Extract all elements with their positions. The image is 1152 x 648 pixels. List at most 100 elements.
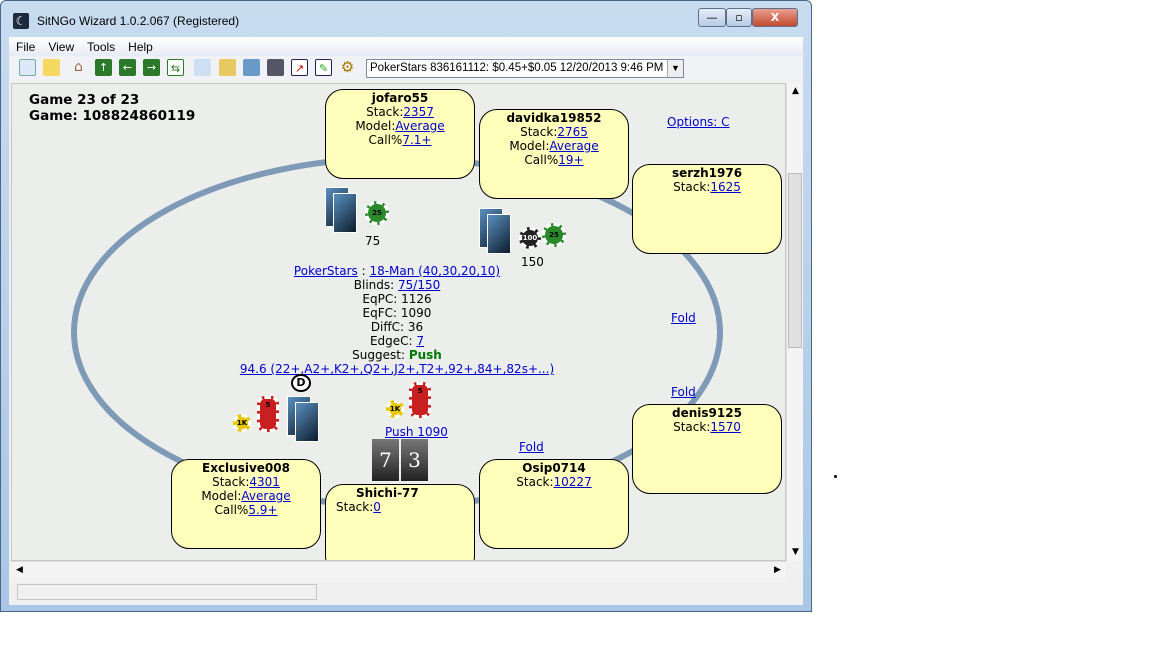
- image-icon[interactable]: [243, 59, 260, 76]
- player-seat-exclusive008: Exclusive008 Stack:4301 Model:Average Ca…: [171, 459, 321, 549]
- hole-card-7-spades: 7: [372, 439, 399, 481]
- chart-icon[interactable]: ↗: [291, 59, 308, 76]
- status-bar: [9, 581, 803, 603]
- menu-file[interactable]: File: [9, 37, 41, 54]
- stack-label: Stack:: [520, 125, 558, 139]
- card-back-icon: [479, 208, 515, 256]
- dealer-button-icon: D: [291, 374, 311, 392]
- call-link[interactable]: 5.9+: [248, 503, 277, 517]
- scroll-down-icon[interactable]: ▼: [787, 544, 804, 561]
- player-name: davidka19852: [506, 111, 602, 125]
- call-link[interactable]: 7.1+: [402, 133, 431, 147]
- model-label: Model:: [355, 119, 396, 133]
- stack-link[interactable]: 2765: [557, 125, 588, 139]
- toolbar: ⌂ ↑ ← → ⇆ ↗ ✎ ⚙ PokerStars 836161112: $0…: [9, 56, 803, 80]
- up-icon[interactable]: ↑: [95, 59, 112, 76]
- chip-icon: 25: [365, 201, 389, 225]
- window-title: SitNGo Wizard 1.0.2.067 (Registered): [37, 14, 240, 28]
- vertical-scrollbar[interactable]: ▲ ▼: [786, 83, 803, 561]
- stack-link[interactable]: 1570: [710, 420, 741, 434]
- card-back-icon: [287, 396, 323, 444]
- settings-icon[interactable]: ⚙: [339, 59, 356, 76]
- game-counter: Game 23 of 23: [29, 92, 140, 108]
- chip-icon: 100: [519, 227, 541, 249]
- chip-stack-icon: 5: [409, 382, 431, 418]
- menu-tools[interactable]: Tools: [80, 37, 121, 54]
- blinds-link[interactable]: 75/150: [398, 278, 440, 292]
- open-icon[interactable]: [43, 59, 60, 76]
- stack-link[interactable]: 10227: [554, 475, 592, 489]
- copy-icon[interactable]: [194, 59, 211, 76]
- player-name: denis9125: [672, 406, 742, 420]
- fold-action-denis9125[interactable]: Fold: [671, 385, 696, 399]
- stack-link[interactable]: 2357: [403, 105, 434, 119]
- menu-help[interactable]: Help: [121, 37, 159, 54]
- horizontal-scrollbar[interactable]: ◀ ▶: [11, 561, 786, 578]
- scroll-left-icon[interactable]: ◀: [11, 562, 28, 579]
- edgec-label: EdgeC:: [369, 334, 417, 348]
- tournament-select[interactable]: PokerStars 836161112: $0.45+$0.05 12/20/…: [366, 59, 684, 78]
- fold-action-osip0714[interactable]: Fold: [519, 440, 544, 454]
- chevron-down-icon[interactable]: ▼: [667, 60, 683, 77]
- stack-label: Stack:: [673, 420, 711, 434]
- player-seat-serzh1976: serzh1976 Stack:1625: [632, 164, 782, 254]
- menu-view[interactable]: View: [41, 37, 80, 54]
- game-info: Game 23 of 23 Game: 108824860119: [29, 92, 195, 124]
- model-label: Model:: [201, 489, 242, 503]
- maximize-button[interactable]: ▫: [726, 8, 752, 27]
- structure-link[interactable]: 18-Man (40,30,20,10): [369, 264, 500, 278]
- stack-label: Stack:: [516, 475, 554, 489]
- home-icon[interactable]: ⌂: [70, 59, 87, 76]
- model-link[interactable]: Average: [395, 119, 444, 133]
- stack-link[interactable]: 0: [373, 500, 381, 514]
- separator: :: [357, 264, 370, 278]
- player-name: jofaro55: [371, 91, 429, 105]
- stack-link[interactable]: 1625: [710, 180, 741, 194]
- dot-mark: [834, 475, 837, 478]
- scroll-right-icon[interactable]: ▶: [769, 562, 786, 579]
- player-seat-shichi-77: Shichi-77 Stack:0: [325, 484, 475, 560]
- chip-icon: 25: [542, 223, 566, 247]
- back-icon[interactable]: ←: [119, 59, 136, 76]
- stack-link[interactable]: 4301: [249, 475, 280, 489]
- chip-icon: 1K: [386, 400, 404, 418]
- stack-label: Stack:: [212, 475, 250, 489]
- bet-amount: 75: [365, 234, 381, 248]
- paste-icon[interactable]: [219, 59, 236, 76]
- client-area: File View Tools Help ⌂ ↑ ← → ⇆ ↗ ✎ ⚙ PokerS…: [9, 37, 803, 605]
- menu-bar: File View Tools Help: [9, 37, 803, 56]
- calculator-icon[interactable]: [267, 59, 284, 76]
- minimize-button[interactable]: —: [698, 8, 726, 27]
- edit-icon[interactable]: ✎: [315, 59, 332, 76]
- fold-action-serzh1976[interactable]: Fold: [671, 311, 696, 325]
- analysis-panel: PokerStars : 18-Man (40,30,20,10) Blinds…: [212, 264, 582, 376]
- player-name: Osip0714: [522, 461, 586, 475]
- suggest-value: Push: [408, 348, 442, 362]
- model-link[interactable]: Average: [241, 489, 290, 503]
- scroll-thumb[interactable]: [788, 173, 802, 348]
- scroll-up-icon[interactable]: ▲: [787, 83, 804, 100]
- site-link[interactable]: PokerStars: [294, 264, 358, 278]
- chip-icon: 1K: [233, 414, 251, 432]
- close-button[interactable]: X: [752, 8, 798, 27]
- diffc-value: 36: [407, 320, 424, 334]
- edgec-link[interactable]: 7: [416, 334, 424, 348]
- options-link[interactable]: Options: C: [667, 115, 730, 129]
- diffc-label: DiffC:: [370, 320, 408, 334]
- tournament-select-value: PokerStars 836161112: $0.45+$0.05 12/20/…: [370, 62, 664, 74]
- player-seat-davidka19852: davidka19852 Stack:2765 Model:Average Ca…: [479, 109, 629, 199]
- player-name: Shichi-77: [356, 486, 419, 500]
- call-link[interactable]: 19+: [558, 153, 583, 167]
- forward-icon[interactable]: →: [143, 59, 160, 76]
- stack-label: Stack:: [336, 500, 374, 514]
- new-icon[interactable]: [19, 59, 36, 76]
- model-link[interactable]: Average: [549, 139, 598, 153]
- refresh-icon[interactable]: ⇆: [167, 59, 184, 76]
- game-id: Game: 108824860119: [29, 108, 196, 124]
- hero-action-link[interactable]: Push 1090: [385, 425, 448, 439]
- eqfc-value: 1090: [400, 306, 432, 320]
- push-range-link[interactable]: 94.6 (22+,A2+,K2+,Q2+,J2+,T2+,92+,84+,82…: [240, 362, 554, 376]
- player-name: serzh1976: [671, 166, 743, 180]
- card-back-icon: [325, 187, 361, 235]
- suggest-label: Suggest:: [352, 348, 409, 362]
